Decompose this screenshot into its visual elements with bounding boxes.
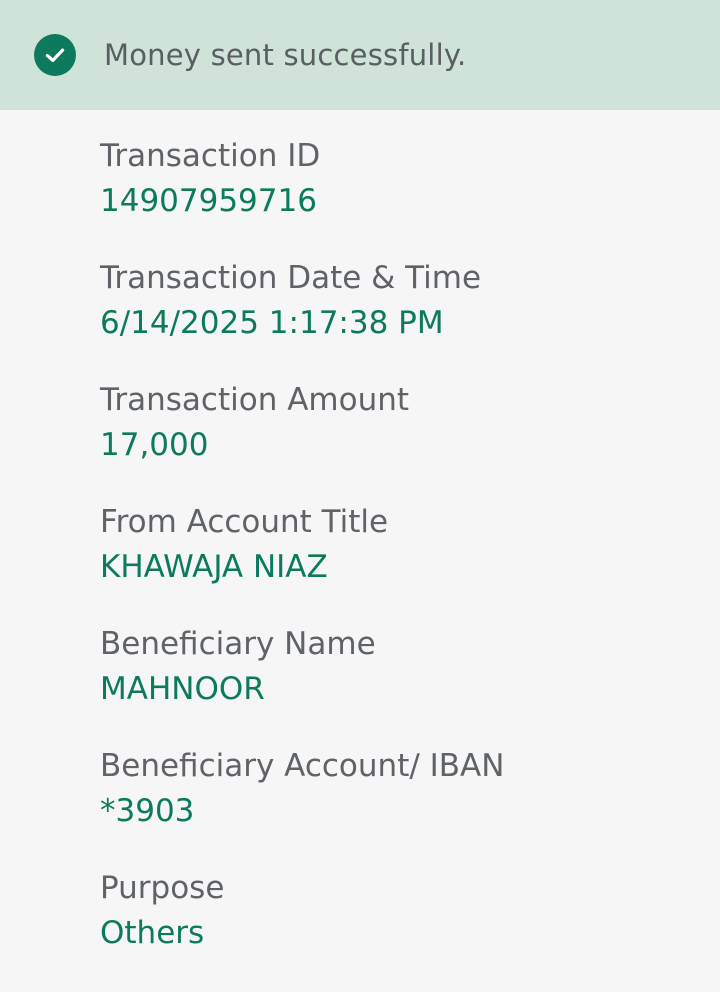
detail-value: KHAWAJA NIAZ	[100, 549, 328, 585]
success-message: Money sent successfully.	[104, 38, 467, 72]
detail-value: Others	[100, 915, 205, 951]
detail-value: 6/14/2025 1:17:38 PM	[100, 305, 444, 341]
detail-label: From Account Title	[100, 504, 389, 540]
detail-value: MAHNOOR	[100, 671, 265, 707]
detail-label: Beneficiary Account/ IBAN	[100, 748, 505, 784]
detail-label: Purpose	[100, 870, 225, 906]
detail-value: 17,000	[100, 427, 209, 463]
success-banner: Money sent successfully.	[0, 0, 720, 110]
transaction-details: Transaction ID 14907959716 Transaction D…	[0, 110, 720, 992]
detail-label: Transaction ID	[100, 138, 321, 174]
detail-transaction-date-time: Transaction Date & Time 6/14/2025 1:17:3…	[100, 260, 720, 382]
check-circle-icon	[34, 34, 76, 76]
detail-transaction-amount: Transaction Amount 17,000	[100, 382, 720, 504]
detail-value: 14907959716	[100, 183, 317, 219]
detail-label: Transaction Date & Time	[100, 260, 482, 296]
detail-label: Beneficiary Name	[100, 626, 376, 662]
detail-value: *3903	[100, 793, 195, 829]
detail-beneficiary-account: Beneficiary Account/ IBAN *3903	[100, 748, 720, 870]
detail-transaction-id: Transaction ID 14907959716	[100, 138, 720, 260]
detail-beneficiary-name: Beneficiary Name MAHNOOR	[100, 626, 720, 748]
detail-label: Transaction Amount	[100, 382, 410, 418]
detail-from-account-title: From Account Title KHAWAJA NIAZ	[100, 504, 720, 626]
detail-purpose: Purpose Others	[100, 870, 720, 992]
